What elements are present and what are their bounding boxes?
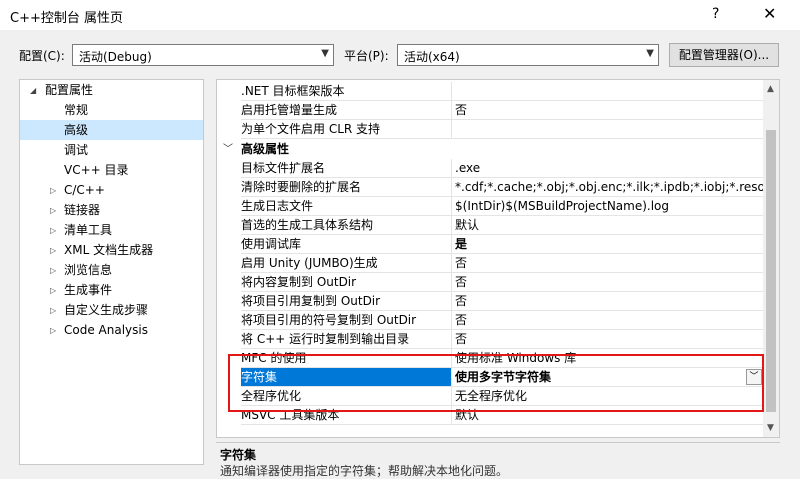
property-name: 生成日志文件 — [241, 197, 452, 216]
chevron-down-icon: ▼ — [646, 48, 654, 59]
property-name: 将 C++ 运行时复制到输出目录 — [241, 330, 452, 349]
property-row[interactable]: 将 C++ 运行时复制到输出目录 否 — [217, 330, 764, 349]
property-row[interactable]: 将内容复制到 OutDir 否 — [217, 273, 764, 292]
collapsed-arrow-icon[interactable]: ▷ — [50, 226, 56, 235]
property-name: 启用托管增量生成 — [241, 101, 452, 120]
property-value[interactable]: 是 — [452, 235, 764, 254]
property-row[interactable]: 为单个文件启用 CLR 支持 — [217, 120, 764, 139]
property-row[interactable]: 首选的生成工具体系结构 默认 — [217, 216, 764, 235]
scroll-down-icon[interactable]: ▼ — [767, 423, 774, 433]
property-value[interactable]: 否 — [452, 292, 764, 311]
platform-value: 活动(x64) — [404, 50, 460, 64]
collapsed-arrow-icon[interactable]: ▷ — [50, 286, 56, 295]
property-value[interactable]: 否 — [452, 254, 764, 273]
scroll-up-icon[interactable]: ▲ — [767, 84, 774, 94]
property-value[interactable] — [452, 120, 764, 139]
property-name: 启用 Unity (JUMBO)生成 — [241, 254, 452, 273]
property-name: 为单个文件启用 CLR 支持 — [241, 120, 452, 139]
close-button[interactable]: ✕ — [763, 4, 776, 23]
tree-item-debugging[interactable]: 调试 — [64, 140, 88, 160]
property-value[interactable]: 默认 — [452, 216, 764, 235]
config-dropdown[interactable]: 活动(Debug) ▼ — [72, 44, 334, 66]
description-title: 字符集 — [220, 448, 257, 462]
collapsed-arrow-icon[interactable]: ▷ — [50, 246, 56, 255]
property-row[interactable]: 将项目引用复制到 OutDir 否 — [217, 292, 764, 311]
property-value[interactable]: 否 — [452, 273, 764, 292]
property-name: 目标文件扩展名 — [241, 159, 452, 178]
property-value[interactable]: 否 — [452, 101, 764, 120]
property-name: 将项目引用的符号复制到 OutDir — [241, 311, 452, 330]
property-name: .NET 目标框架版本 — [241, 82, 452, 101]
collapsed-arrow-icon[interactable]: ▷ — [50, 266, 56, 275]
tree-item-custom-build[interactable]: 自定义生成步骤 — [64, 300, 148, 320]
tree-item-xml-doc[interactable]: XML 文档生成器 — [64, 240, 153, 260]
platform-dropdown[interactable]: 活动(x64) ▼ — [397, 44, 659, 66]
property-value[interactable]: 否 — [452, 311, 764, 330]
property-row[interactable]: 将项目引用的符号复制到 OutDir 否 — [217, 311, 764, 330]
property-value[interactable]: *.cdf;*.cache;*.obj;*.obj.enc;*.ilk;*.ip… — [452, 178, 764, 197]
tree-root[interactable]: 配置属性 — [45, 80, 93, 100]
property-value[interactable]: $(IntDir)$(MSBuildProjectName).log — [452, 197, 764, 216]
property-row[interactable]: 使用调试库 是 — [217, 235, 764, 254]
window-title: C++控制台 属性页 — [10, 11, 123, 26]
tree-item-advanced[interactable]: 高级 — [64, 120, 88, 140]
property-tree[interactable]: ◢ 配置属性 常规 高级 调试 VC++ 目录 ▷ C/C++ ▷ 链接器 ▷ … — [19, 79, 204, 465]
tree-item-vc-directories[interactable]: VC++ 目录 — [64, 160, 129, 180]
collapsed-arrow-icon[interactable]: ▷ — [50, 326, 56, 335]
config-value: 活动(Debug) — [79, 50, 152, 64]
collapsed-arrow-icon[interactable]: ▷ — [50, 186, 56, 195]
property-name: 将项目引用复制到 OutDir — [241, 292, 452, 311]
property-row[interactable]: 生成日志文件 $(IntDir)$(MSBuildProjectName).lo… — [217, 197, 764, 216]
platform-label: 平台(P): — [344, 49, 389, 63]
category-title: 高级属性 — [241, 142, 290, 156]
property-name: 将内容复制到 OutDir — [241, 273, 452, 292]
property-row[interactable]: 目标文件扩展名 .exe — [217, 159, 764, 178]
tree-item-build-events[interactable]: 生成事件 — [64, 280, 112, 300]
highlight-box — [228, 354, 764, 412]
config-manager-button[interactable]: 配置管理器(O)... — [669, 43, 779, 67]
collapsed-arrow-icon[interactable]: ▷ — [50, 206, 56, 215]
property-name: 使用调试库 — [241, 235, 452, 254]
tree-item-advanced-selected[interactable] — [20, 120, 203, 140]
property-value[interactable]: 否 — [452, 330, 764, 349]
property-row[interactable]: 启用托管增量生成 否 — [217, 101, 764, 120]
property-name: 首选的生成工具体系结构 — [241, 216, 452, 235]
tree-item-browse-info[interactable]: 浏览信息 — [64, 260, 112, 280]
tree-item-manifest[interactable]: 清单工具 — [64, 220, 112, 240]
expanded-arrow-icon[interactable]: ◢ — [30, 86, 36, 95]
property-value[interactable]: .exe — [452, 159, 764, 178]
property-value[interactable] — [452, 82, 764, 101]
tree-item-general[interactable]: 常规 — [64, 100, 88, 120]
tree-item-cpp[interactable]: C/C++ — [64, 180, 105, 200]
scroll-thumb[interactable] — [766, 130, 776, 412]
property-row[interactable]: 清除时要删除的扩展名 *.cdf;*.cache;*.obj;*.obj.enc… — [217, 178, 764, 197]
collapse-icon[interactable]: ﹀ — [223, 140, 233, 159]
property-name: 清除时要删除的扩展名 — [241, 178, 452, 197]
help-button[interactable]: ? — [712, 6, 719, 22]
category-row[interactable]: ﹀ 高级属性 — [217, 140, 764, 159]
collapsed-arrow-icon[interactable]: ▷ — [50, 306, 56, 315]
property-row[interactable]: .NET 目标框架版本 — [217, 82, 764, 101]
config-label: 配置(C): — [19, 49, 65, 63]
property-row[interactable]: 启用 Unity (JUMBO)生成 否 — [217, 254, 764, 273]
tree-item-linker[interactable]: 链接器 — [64, 200, 100, 220]
chevron-down-icon: ▼ — [321, 48, 329, 59]
tree-item-code-analysis[interactable]: Code Analysis — [64, 320, 148, 340]
